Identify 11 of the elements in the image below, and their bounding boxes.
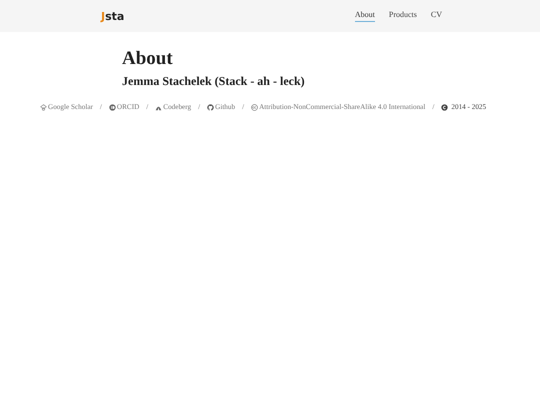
github-icon: [207, 104, 214, 110]
page-subtitle: Jemma Stachelek (Stack - ah - leck): [122, 74, 305, 89]
nav-link[interactable]: Products: [388, 10, 417, 22]
scholar-icon: [40, 104, 47, 110]
nav-link[interactable]: About: [354, 10, 375, 22]
site-logo[interactable]: Jsta: [101, 10, 124, 22]
copyright-icon: [441, 104, 448, 110]
orcid-icon: [108, 104, 116, 110]
nav-link[interactable]: CV: [430, 10, 442, 22]
creative-commons-icon: [251, 104, 258, 110]
page-title: About: [122, 48, 173, 70]
